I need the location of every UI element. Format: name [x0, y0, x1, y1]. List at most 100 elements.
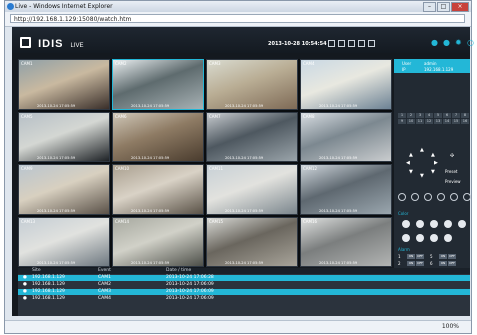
camera-tile[interactable]: CAM15 2013-10-24 17:05:59 — [206, 216, 298, 267]
camera-tile[interactable]: CAM13 2013-10-24 17:05:59 — [18, 216, 110, 267]
zoom-level[interactable]: 100% — [442, 323, 459, 330]
camera-number-button[interactable]: 6 — [443, 113, 451, 118]
alarm-on-button[interactable]: ON — [407, 261, 415, 266]
ptz-down-right-button[interactable]: ▼ — [431, 169, 435, 175]
layout-1x1-icon[interactable] — [328, 40, 335, 47]
camera-label: CAM3 — [209, 61, 221, 66]
ptz-right-button[interactable]: ▶ — [434, 160, 438, 166]
camera-number-button[interactable]: 15 — [452, 119, 460, 124]
camera-number-button[interactable]: 16 — [461, 119, 469, 124]
alarm-on-button[interactable]: ON — [439, 254, 447, 259]
user-icon[interactable]: ● — [431, 39, 439, 47]
camera-number-button[interactable]: 5 — [434, 113, 442, 118]
camera-timestamp: 2013-10-24 17:05:59 — [131, 208, 170, 213]
refresh-icon[interactable] — [458, 220, 466, 228]
camera-tile[interactable]: CAM16 2013-10-24 17:05:59 — [300, 216, 392, 267]
camera-number-button[interactable]: 14 — [443, 119, 451, 124]
close-button[interactable]: × — [451, 2, 469, 12]
camera-number-button[interactable]: 1 — [398, 113, 406, 118]
camera-number-button[interactable]: 8 — [461, 113, 469, 118]
camera-tile[interactable]: CAM1 2013-10-24 17:05:59 — [18, 59, 110, 110]
ptz-down-button[interactable]: ▼ — [420, 173, 424, 179]
camera-tile[interactable]: CAM14 2013-10-24 17:05:59 — [112, 216, 204, 267]
address-input[interactable]: http://192.168.1.129:15080/watch.htm — [10, 14, 465, 23]
ptz-more-icon[interactable] — [463, 193, 471, 201]
col-event: Event — [98, 268, 111, 273]
zoom-out-icon[interactable] — [411, 193, 419, 201]
log-time: 2013-10-24 17:06:09 — [166, 296, 214, 301]
hue-icon[interactable] — [444, 234, 452, 242]
camera-number-button[interactable]: 13 — [434, 119, 442, 124]
saturation-icon[interactable] — [430, 220, 438, 228]
focus-icon[interactable] — [424, 193, 432, 201]
camera-tile[interactable]: CAM7 2013-10-24 17:05:59 — [206, 111, 298, 162]
contrast-down-icon[interactable] — [416, 234, 424, 242]
camera-tile[interactable]: CAM3 2013-10-24 17:05:59 — [206, 59, 298, 110]
camera-number-button[interactable]: 12 — [425, 119, 433, 124]
iris-icon[interactable] — [437, 193, 445, 201]
camera-label: CAM10 — [115, 166, 130, 171]
camera-tile[interactable]: CAM12 2013-10-24 17:05:59 — [300, 164, 392, 215]
camera-tile[interactable]: CAM11 2013-10-24 17:05:59 — [206, 164, 298, 215]
ptz-up-button[interactable]: ▲ — [420, 147, 424, 153]
camera-number-button[interactable]: 11 — [416, 119, 424, 124]
camera-label: CAM2 — [115, 61, 127, 66]
preview-button[interactable]: Preview — [445, 179, 461, 184]
camera-tile[interactable]: CAM8 2013-10-24 17:05:59 — [300, 111, 392, 162]
zoom-in-icon[interactable] — [398, 193, 406, 201]
info-icon[interactable] — [444, 220, 452, 228]
camera-tile[interactable]: CAM6 2013-10-24 17:05:59 — [112, 111, 204, 162]
log-event: CAM4 — [98, 296, 111, 301]
log-row[interactable]: ● 192.168.1.129 CAM3 2013-10-24 17:06:09 — [18, 289, 470, 295]
ptz-center-icon[interactable]: ✣ — [450, 153, 454, 159]
saturation-down-icon[interactable] — [430, 234, 438, 242]
camera-tile[interactable]: CAM5 2013-10-24 17:05:59 — [18, 111, 110, 162]
log-row[interactable]: ● 192.168.1.129 CAM2 2013-10-24 17:06:09 — [18, 282, 470, 288]
camera-tile[interactable]: CAM10 2013-10-24 17:05:59 — [112, 164, 204, 215]
camera-tile[interactable]: CAM9 2013-10-24 17:05:59 — [18, 164, 110, 215]
event-log: Site Event Date / time ● 192.168.1.129 CAM… — [18, 268, 470, 316]
log-row[interactable]: ● 192.168.1.129 CAM1 2013-10-24 17:06:28 — [18, 275, 470, 281]
ptz-up-left-button[interactable]: ▲ — [409, 152, 413, 158]
alarm-on-button[interactable]: ON — [439, 261, 447, 266]
camera-tile[interactable]: CAM4 2013-10-24 17:05:59 — [300, 59, 392, 110]
fullscreen-icon[interactable] — [368, 40, 375, 47]
preset-button[interactable]: Preset — [445, 169, 457, 174]
camera-label: CAM11 — [209, 166, 224, 171]
minimize-button[interactable]: – — [423, 2, 436, 12]
users-icon[interactable]: ● — [443, 39, 451, 47]
camera-timestamp: 2013-10-24 17:05:59 — [131, 261, 170, 265]
alarm-off-button[interactable]: OFF — [416, 261, 424, 266]
alarm-title: Alarm — [398, 247, 410, 252]
layout-3x3-icon[interactable] — [348, 40, 355, 47]
brightness-icon[interactable] — [402, 220, 410, 228]
log-row[interactable]: ● 192.168.1.129 CAM4 2013-10-24 17:06:09 — [18, 296, 470, 302]
ptz-left-button[interactable]: ◀ — [406, 160, 410, 166]
layout-4x4-icon[interactable] — [358, 40, 365, 47]
camera-label: CAM14 — [115, 218, 130, 224]
ptz-down-left-button[interactable]: ▼ — [409, 169, 413, 175]
camera-number-button[interactable]: 10 — [407, 119, 415, 124]
camera-tile[interactable]: CAM2 2013-10-24 17:05:59 — [112, 59, 204, 110]
camera-timestamp: 2013-10-24 17:05:59 — [319, 208, 358, 213]
ptz-settings-icon[interactable] — [450, 193, 458, 201]
camera-number-button[interactable]: 2 — [407, 113, 415, 118]
alarm-off-button[interactable]: OFF — [448, 254, 456, 259]
search-icon[interactable]: ○ — [467, 39, 475, 47]
camera-timestamp: 2013-10-24 17:05:59 — [131, 156, 170, 160]
camera-timestamp: 2013-10-24 17:05:59 — [319, 156, 358, 160]
alarm-off-button[interactable]: OFF — [416, 254, 424, 259]
camera-number-button[interactable]: 3 — [416, 113, 424, 118]
alarm-off-button[interactable]: OFF — [448, 261, 456, 266]
ptz-up-right-button[interactable]: ▲ — [431, 152, 435, 158]
camera-number-button[interactable]: 7 — [452, 113, 460, 118]
gear-icon[interactable]: ✹ — [455, 39, 463, 47]
maximize-button[interactable]: □ — [437, 2, 450, 12]
layout-2x2-icon[interactable] — [338, 40, 345, 47]
alarm-on-button[interactable]: ON — [407, 254, 415, 259]
camera-number-button[interactable]: 4 — [425, 113, 433, 118]
brightness-down-icon[interactable] — [402, 234, 410, 242]
camera-number-button[interactable]: 9 — [398, 119, 406, 124]
camera-grid: CAM1 2013-10-24 17:05:59 CAM2 2013-10-24 17… — [18, 59, 392, 267]
contrast-icon[interactable] — [416, 220, 424, 228]
